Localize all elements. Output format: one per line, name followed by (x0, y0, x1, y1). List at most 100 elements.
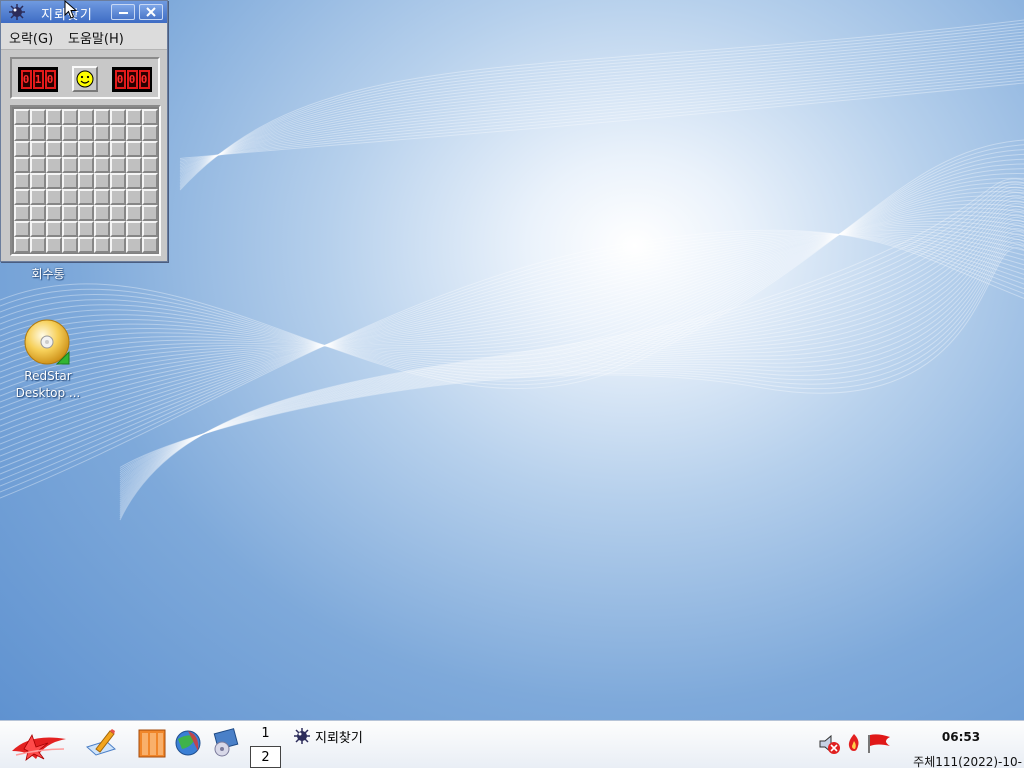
mine-cell[interactable] (30, 141, 46, 157)
mine-cell[interactable] (94, 221, 110, 237)
mine-cell[interactable] (30, 109, 46, 125)
mine-cell[interactable] (62, 109, 78, 125)
mine-cell[interactable] (142, 173, 158, 189)
mine-cell[interactable] (126, 173, 142, 189)
mine-cell[interactable] (110, 173, 126, 189)
mine-cell[interactable] (142, 205, 158, 221)
mine-cell[interactable] (110, 141, 126, 157)
mine-cell[interactable] (14, 157, 30, 173)
mine-cell[interactable] (46, 125, 62, 141)
mine-cell[interactable] (142, 141, 158, 157)
mine-cell[interactable] (30, 125, 46, 141)
mine-cell[interactable] (94, 141, 110, 157)
mine-cell[interactable] (110, 109, 126, 125)
mine-cell[interactable] (30, 237, 46, 253)
mine-cell[interactable] (110, 157, 126, 173)
minimize-button[interactable] (111, 4, 135, 20)
mine-cell[interactable] (62, 189, 78, 205)
mine-cell[interactable] (78, 125, 94, 141)
mine-cell[interactable] (46, 205, 62, 221)
mine-cell[interactable] (46, 237, 62, 253)
mine-cell[interactable] (62, 125, 78, 141)
mine-cell[interactable] (142, 109, 158, 125)
volume-tray[interactable] (818, 733, 842, 759)
mine-cell[interactable] (142, 125, 158, 141)
mine-cell[interactable] (14, 189, 30, 205)
reset-face-button[interactable] (72, 66, 98, 92)
mine-cell[interactable] (14, 141, 30, 157)
mine-cell[interactable] (78, 237, 94, 253)
mine-cell[interactable] (30, 221, 46, 237)
mine-cell[interactable] (46, 157, 62, 173)
mine-cell[interactable] (110, 237, 126, 253)
mine-cell[interactable] (46, 173, 62, 189)
mine-cell[interactable] (14, 237, 30, 253)
mine-cell[interactable] (46, 109, 62, 125)
mine-cell[interactable] (62, 141, 78, 157)
mine-cell[interactable] (94, 125, 110, 141)
mine-cell[interactable] (30, 157, 46, 173)
mine-cell[interactable] (62, 221, 78, 237)
mine-cell[interactable] (62, 205, 78, 221)
task-minesweeper[interactable]: 지뢰찾기 (294, 725, 363, 747)
mine-cell[interactable] (110, 221, 126, 237)
window-titlebar[interactable]: 지뢰찾기 (1, 1, 167, 23)
mine-cell[interactable] (78, 221, 94, 237)
mine-cell[interactable] (14, 125, 30, 141)
clock-time[interactable]: 06:53 (930, 730, 992, 744)
flag-tray[interactable] (866, 733, 892, 759)
mine-cell[interactable] (142, 157, 158, 173)
mine-cell[interactable] (62, 237, 78, 253)
mine-cell[interactable] (94, 205, 110, 221)
text-editor-launcher[interactable] (84, 727, 118, 763)
mine-cell[interactable] (94, 173, 110, 189)
mine-cell[interactable] (78, 189, 94, 205)
mine-cell[interactable] (46, 141, 62, 157)
mine-cell[interactable] (14, 205, 30, 221)
mine-cell[interactable] (14, 173, 30, 189)
desktop-icon-redstar-disc[interactable]: RedStar Desktop ... (0, 318, 96, 402)
mine-cell[interactable] (110, 205, 126, 221)
mine-cell[interactable] (78, 141, 94, 157)
minesweeper-window[interactable]: 지뢰찾기 오락(G) 도움말(H) 0 1 0 0 0 0 (0, 0, 168, 262)
mine-cell[interactable] (30, 205, 46, 221)
close-button[interactable] (139, 4, 163, 20)
web-browser-launcher[interactable] (174, 727, 204, 763)
mine-cell[interactable] (14, 221, 30, 237)
workspace-2[interactable]: 2 (250, 746, 281, 768)
mine-cell[interactable] (126, 157, 142, 173)
mine-cell[interactable] (14, 109, 30, 125)
mine-cell[interactable] (78, 173, 94, 189)
mine-cell[interactable] (30, 189, 46, 205)
mine-cell[interactable] (46, 189, 62, 205)
mine-cell[interactable] (78, 157, 94, 173)
mine-cell[interactable] (126, 141, 142, 157)
mine-cell[interactable] (94, 237, 110, 253)
mine-cell[interactable] (142, 237, 158, 253)
mine-cell[interactable] (110, 125, 126, 141)
mine-cell[interactable] (110, 189, 126, 205)
mine-cell[interactable] (62, 157, 78, 173)
mine-cell[interactable] (126, 205, 142, 221)
menu-help[interactable]: 도움말(H) (68, 28, 124, 47)
mine-cell[interactable] (126, 109, 142, 125)
mine-cell[interactable] (94, 109, 110, 125)
mine-cell[interactable] (78, 109, 94, 125)
mine-cell[interactable] (46, 221, 62, 237)
mine-cell[interactable] (30, 173, 46, 189)
mine-cell[interactable] (126, 125, 142, 141)
mine-cell[interactable] (62, 173, 78, 189)
start-menu-button[interactable] (10, 729, 68, 765)
menu-game[interactable]: 오락(G) (9, 28, 53, 47)
mine-cell[interactable] (126, 221, 142, 237)
mine-cell[interactable] (94, 157, 110, 173)
media-player-launcher[interactable] (210, 727, 240, 763)
mine-cell[interactable] (126, 237, 142, 253)
mine-cell[interactable] (142, 221, 158, 237)
update-tray[interactable] (846, 733, 862, 757)
file-manager-launcher[interactable] (136, 727, 168, 763)
mine-cell[interactable] (142, 189, 158, 205)
workspace-1[interactable]: 1 (250, 723, 281, 745)
mine-cell[interactable] (94, 189, 110, 205)
mine-cell[interactable] (78, 205, 94, 221)
